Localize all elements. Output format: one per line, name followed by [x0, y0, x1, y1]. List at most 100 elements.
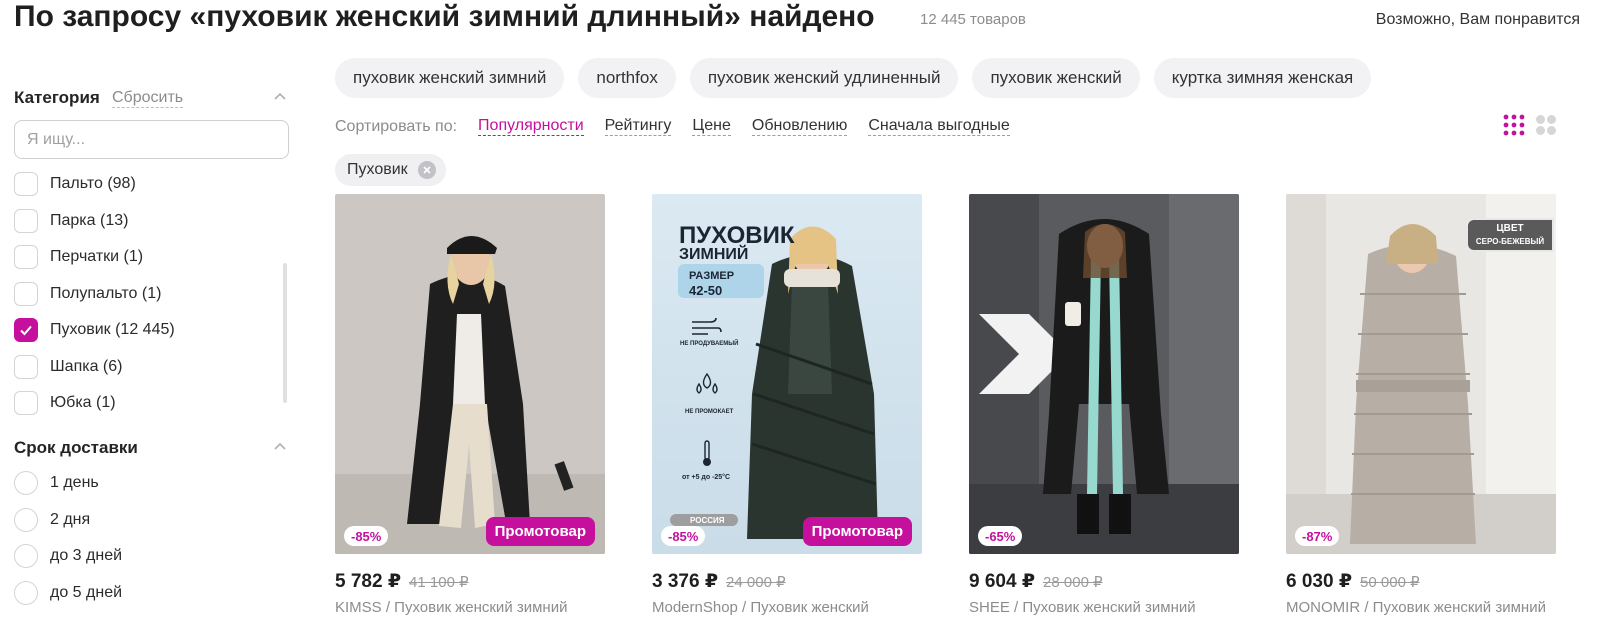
option-label: Пальто (98)	[50, 175, 136, 193]
price: 6 030 ₽	[1286, 571, 1353, 592]
category-filter-header: Категория Сбросить	[14, 82, 294, 112]
checkbox[interactable]	[14, 281, 38, 306]
checkbox-checked[interactable]	[14, 318, 38, 343]
category-option[interactable]: Юбка (1)	[14, 385, 294, 422]
grid-large-view-icon[interactable]	[1535, 114, 1557, 136]
product-image[interactable]: ЦВЕТ СЕРО-БЕЖЕВЫЙ -87%	[1286, 194, 1556, 554]
sort-option-rating[interactable]: Рейтингу	[604, 117, 672, 136]
price-row: 5 782 ₽ 41 100 ₽	[335, 570, 605, 593]
suggestion-chip[interactable]: пуховик женский зимний	[335, 58, 565, 98]
image-feature-waterproof: НЕ ПРОМОКАЕТ	[685, 409, 734, 415]
thermometer-icon	[703, 440, 711, 466]
results-header: По запросу «пуховик женский зимний длинн…	[14, 0, 1594, 40]
checkbox[interactable]	[14, 208, 38, 233]
price-row: 3 376 ₽ 24 000 ₽	[652, 570, 922, 593]
sort-label: Сортировать по:	[335, 117, 458, 135]
product-image[interactable]: ПУХОВИК ЗИМНИЙ РАЗМЕР 42-50 НЕ ПРОДУВАЕМ…	[652, 194, 922, 554]
image-size-value: 42-50	[689, 283, 723, 298]
grid-small-view-icon[interactable]	[1503, 114, 1525, 136]
sort-option-updated[interactable]: Обновлению	[751, 117, 848, 136]
check-icon	[20, 326, 32, 336]
product-grid: -85% Промотовар 5 782 ₽ 41 100 ₽ KIMSS /…	[335, 194, 1556, 616]
product-name[interactable]: SHEE / Пуховик женский зимний	[969, 599, 1239, 616]
category-search-input[interactable]	[14, 120, 289, 159]
drops-icon	[696, 372, 718, 394]
delivery-option[interactable]: 1 день	[14, 465, 294, 502]
image-feature-temperature: от +5 до -25°С	[682, 474, 731, 481]
suggestion-chip[interactable]: northfox	[578, 58, 676, 98]
image-size-label: РАЗМЕР	[689, 270, 735, 282]
checkbox[interactable]	[14, 245, 38, 270]
product-card[interactable]: -85% Промотовар 5 782 ₽ 41 100 ₽ KIMSS /…	[335, 194, 605, 616]
sort-option-price[interactable]: Цене	[692, 117, 731, 136]
page-title: По запросу «пуховик женский зимний длинн…	[14, 0, 875, 33]
option-label: 1 день	[50, 474, 99, 492]
delivery-filter-title: Срок доставки	[14, 438, 138, 457]
category-scrollbar[interactable]	[283, 263, 287, 403]
option-label: до 3 дней	[50, 547, 123, 565]
option-label: 2 дня	[50, 510, 91, 528]
product-image[interactable]: -65%	[969, 194, 1239, 554]
recommendation-link[interactable]: Возможно, Вам понравится	[1376, 11, 1580, 29]
checkbox[interactable]	[14, 391, 38, 416]
chevron-up-icon[interactable]	[274, 91, 286, 103]
category-filter-title: Категория	[14, 88, 100, 107]
option-label: Полупальто (1)	[50, 284, 162, 302]
color-badge-title: ЦВЕТ	[1496, 223, 1524, 234]
category-option-selected[interactable]: Пуховик (12 445)	[14, 312, 294, 349]
filters-sidebar: Категория Сбросить Пальто (98) Парка (13…	[14, 82, 294, 611]
category-option[interactable]: Парка (13)	[14, 203, 294, 240]
old-price: 50 000 ₽	[1360, 574, 1420, 591]
promo-badge: Промотовар	[485, 517, 595, 546]
category-option[interactable]: Пальто (98)	[14, 166, 294, 203]
radio-button[interactable]	[14, 544, 38, 569]
radio-button[interactable]	[14, 471, 38, 496]
discount-badge: -85%	[344, 526, 389, 546]
category-option[interactable]: Полупальто (1)	[14, 276, 294, 313]
option-label: Юбка (1)	[50, 394, 116, 412]
delivery-option[interactable]: до 3 дней	[14, 538, 294, 575]
price: 3 376 ₽	[652, 571, 719, 592]
results-main: пуховик женский зимний northfox пуховик …	[335, 58, 1600, 616]
reset-category-link[interactable]: Сбросить	[112, 89, 184, 108]
close-icon[interactable]	[417, 161, 436, 179]
radio-button[interactable]	[14, 580, 38, 605]
product-card[interactable]: ПУХОВИК ЗИМНИЙ РАЗМЕР 42-50 НЕ ПРОДУВАЕМ…	[652, 194, 922, 616]
wind-icon	[692, 317, 722, 335]
product-name[interactable]: MONOMIR / Пуховик женский зимний	[1286, 599, 1556, 616]
sort-bar: Сортировать по: Популярности Рейтингу Це…	[335, 117, 1031, 136]
discount-badge: -87%	[1295, 526, 1340, 546]
price-row: 6 030 ₽ 50 000 ₽	[1286, 570, 1556, 593]
suggestion-chip[interactable]: пуховик женский удлиненный	[689, 58, 959, 98]
delivery-option[interactable]: до 5 дней	[14, 575, 294, 612]
product-name[interactable]: KIMSS / Пуховик женский зимний	[335, 599, 605, 616]
option-label: до 5 дней	[50, 583, 123, 601]
image-feature-windproof: НЕ ПРОДУВАЕМЫЙ	[680, 341, 739, 347]
discount-badge: -65%	[978, 526, 1023, 546]
sort-option-popularity[interactable]: Популярности	[478, 117, 584, 136]
product-card[interactable]: -65% 9 604 ₽ 28 000 ₽ SHEE / Пуховик жен…	[969, 194, 1239, 616]
product-name[interactable]: ModernShop / Пуховик женский	[652, 599, 922, 616]
image-country: РОССИЯ	[690, 516, 725, 525]
product-card[interactable]: ЦВЕТ СЕРО-БЕЖЕВЫЙ -87% 6 030 ₽ 50 000 ₽ …	[1286, 194, 1556, 616]
view-toggles	[1503, 114, 1557, 136]
category-option[interactable]: Шапка (6)	[14, 349, 294, 386]
product-image[interactable]: -85% Промотовар	[335, 194, 605, 554]
suggestion-chip[interactable]: куртка зимняя женская	[1153, 58, 1372, 98]
category-option[interactable]: Перчатки (1)	[14, 239, 294, 276]
price: 9 604 ₽	[969, 571, 1036, 592]
suggestion-chip[interactable]: пуховик женский	[972, 58, 1140, 98]
radio-button[interactable]	[14, 507, 38, 532]
promo-badge: Промотовар	[802, 517, 912, 546]
suggestion-chips: пуховик женский зимний northfox пуховик …	[335, 58, 1600, 98]
delivery-filter-header: Срок доставки	[14, 432, 294, 462]
active-filter-tag: Пуховик	[335, 154, 446, 186]
checkbox[interactable]	[14, 172, 38, 197]
image-subtitle: ЗИМНИЙ	[679, 246, 749, 263]
color-badge: ЦВЕТ СЕРО-БЕЖЕВЫЙ	[1466, 218, 1554, 252]
chevron-up-icon[interactable]	[274, 441, 286, 453]
checkbox[interactable]	[14, 354, 38, 379]
sort-option-best-deal[interactable]: Сначала выгодные	[868, 117, 1010, 136]
old-price: 28 000 ₽	[1043, 574, 1103, 591]
delivery-option[interactable]: 2 дня	[14, 502, 294, 539]
